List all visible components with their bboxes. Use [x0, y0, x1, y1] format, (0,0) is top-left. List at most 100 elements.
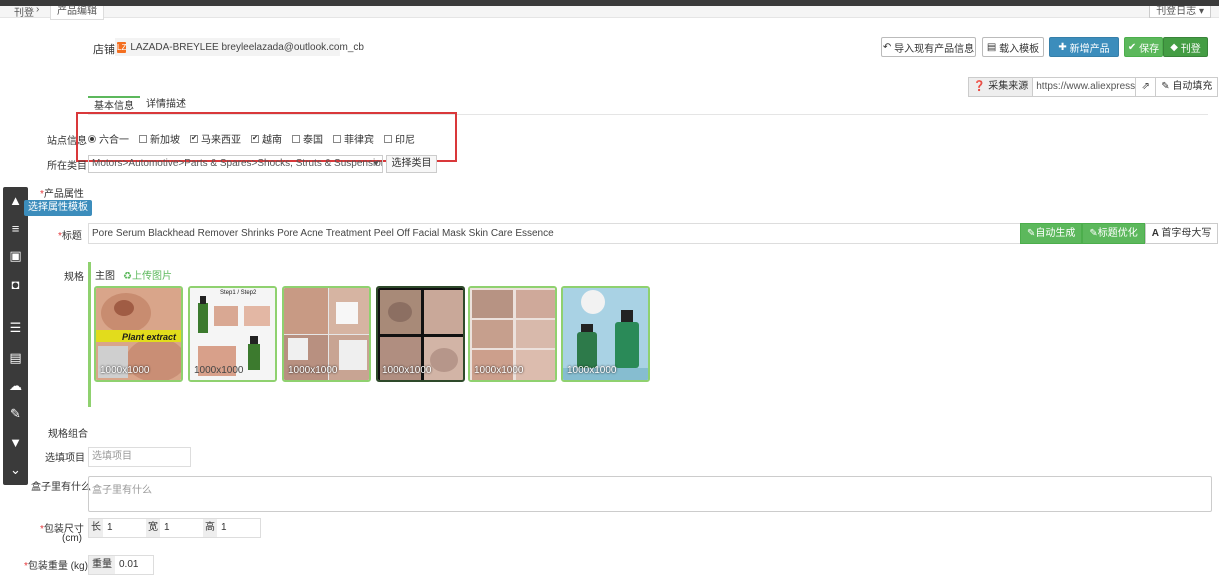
image-icon[interactable]: ▣	[3, 245, 28, 267]
publish-button[interactable]: ◆ 刊登	[1163, 37, 1208, 57]
filter-icon[interactable]: ▼	[3, 431, 28, 453]
length-label: 长	[89, 519, 103, 537]
add-product-label: 新增产品	[1069, 43, 1110, 55]
height-input[interactable]: 1	[217, 519, 260, 537]
auto-generate-label: 自动生成	[1035, 228, 1076, 239]
optional-input[interactable]: 选填项目	[88, 447, 191, 467]
table-icon[interactable]: ☰	[3, 317, 28, 339]
caret-down-icon: ▼	[372, 159, 380, 168]
spec-combo-label: 规格组合	[48, 429, 88, 440]
capitalize-label: 首字母大写	[1161, 228, 1212, 239]
upload-icon: ♻	[123, 271, 132, 282]
tag-icon: ◆	[1170, 41, 1181, 53]
product-image-6[interactable]: 1000x1000	[561, 286, 650, 382]
weight-label: 重量	[89, 556, 115, 574]
product-image-2[interactable]: Step1 / Step2 1000x1000	[188, 286, 277, 382]
breadcrumb-separator: ›	[36, 4, 40, 15]
import-existing-label: 导入现有产品信息	[894, 43, 975, 55]
publish-label: 刊登	[1180, 43, 1201, 55]
shop-selector[interactable]: LZ LAZADA-BREYLEE breyleelazada@outlook.…	[115, 38, 364, 56]
attribute-template-tooltip[interactable]: 选择属性模板	[24, 200, 92, 216]
width-input[interactable]: 1	[160, 519, 203, 537]
spec-header: 主图 ♻上传图片	[95, 267, 172, 282]
auto-generate-button[interactable]: ✎自动生成	[1020, 223, 1083, 244]
save-button[interactable]: ✔ 保存	[1124, 37, 1163, 57]
cloud-upload-icon[interactable]: ☁	[3, 375, 28, 397]
image-size: 1000x1000	[567, 365, 617, 376]
add-product-button[interactable]: ✚ 新增产品	[1049, 37, 1119, 57]
save-label: 保存	[1139, 43, 1160, 55]
box-contents-label: 盒子里有什么	[31, 482, 91, 493]
chevron-down-icon[interactable]: ⌄	[3, 459, 28, 481]
auto-fill-button[interactable]: ✎ 自动填充	[1156, 78, 1217, 96]
optional-label: 选填项目	[45, 453, 85, 464]
upload-image-label: 上传图片	[131, 271, 172, 282]
box-contents-textarea[interactable]: 盒子里有什么	[88, 476, 1212, 512]
magic-wand-icon[interactable]: ✎	[3, 403, 28, 425]
image-size: 1000x1000	[288, 365, 338, 376]
title-label-text: 标题	[61, 231, 82, 242]
breadcrumb: 刊登 › 产品编辑 刊登日志 ▾	[0, 4, 1219, 20]
package-weight-inputs: 重量 0.01	[88, 555, 154, 575]
font-icon: A	[1151, 228, 1162, 239]
optimize-title-label: 标题优化	[1097, 228, 1138, 239]
load-template-label: 载入模板	[999, 43, 1040, 55]
undo-icon: ↶	[882, 41, 895, 53]
product-image-4[interactable]: 1000x1000	[376, 286, 465, 382]
attributes-label: *产品属性	[40, 189, 84, 200]
title-input[interactable]: Pore Serum Blackhead Remover Shrinks Por…	[88, 223, 1022, 244]
external-link-icon[interactable]: ⇗	[1136, 78, 1157, 96]
package-weight-label: *包装重量 (kg)	[24, 561, 88, 572]
optimize-title-button[interactable]: ✎标题优化	[1082, 223, 1145, 244]
check-icon: ✔	[1127, 41, 1140, 53]
pencil-icon: ✎	[1161, 81, 1173, 92]
thumb-caption: Plant extract	[122, 332, 177, 342]
package-size-inputs: 长 1 宽 1 高 1	[88, 518, 261, 538]
package-size-unit: (cm)	[62, 533, 82, 544]
load-template-button[interactable]: ▤ 载入模板	[982, 37, 1044, 57]
plus-icon: ✚	[1058, 41, 1070, 53]
upload-image-link[interactable]: ♻上传图片	[123, 267, 172, 282]
title-label: *标题	[58, 231, 82, 242]
auto-fill-label: 自动填充	[1172, 81, 1213, 92]
product-image-5[interactable]: 1000x1000	[468, 286, 557, 382]
image-size: 1000x1000	[100, 365, 150, 376]
pencil-icon: ✎	[1089, 228, 1098, 239]
specs-label: 规格	[64, 272, 84, 283]
lazada-icon: LZ	[117, 41, 127, 53]
image-size: 1000x1000	[194, 365, 244, 376]
package-weight-label-text: 包装重量 (kg)	[27, 561, 88, 572]
tab-product-edit[interactable]: 产品编辑	[50, 6, 104, 20]
title-actions: ✎自动生成 ✎标题优化 A 首字母大写	[1020, 223, 1219, 244]
list-icon[interactable]: ≡	[3, 217, 28, 239]
import-existing-button[interactable]: ↶ 导入现有产品信息	[881, 37, 976, 57]
source-label: ❓ 采集来源	[969, 78, 1034, 96]
save-icon[interactable]: ▤	[3, 347, 28, 369]
height-label: 高	[203, 519, 217, 537]
source-label-text: 采集来源	[988, 81, 1029, 92]
category-select[interactable]: Motors>Automotive>Parts & Spares>Shocks,…	[88, 155, 383, 173]
category-value: Motors>Automotive>Parts & Spares>Shocks,…	[92, 158, 383, 169]
side-toolbar: ▲ ≡ ▣ ◘ ☰ ▤ ☁ ✎ ▼ ⌄	[3, 187, 28, 485]
attributes-label-text: 产品属性	[43, 189, 84, 200]
source-url-input[interactable]: https://www.aliexpress.com	[1033, 78, 1137, 96]
main-image-label: 主图	[95, 271, 115, 282]
image-size: 1000x1000	[382, 365, 432, 376]
product-image-1[interactable]: Plant extract 1000x1000	[94, 286, 183, 382]
shop-label: 店铺	[93, 44, 115, 56]
select-category-button[interactable]: 选择类目	[386, 155, 437, 173]
weight-input[interactable]: 0.01	[115, 556, 153, 574]
length-input[interactable]: 1	[103, 519, 146, 537]
width-label: 宽	[146, 519, 160, 537]
image-size: 1000x1000	[474, 365, 524, 376]
breadcrumb-home[interactable]: 刊登	[14, 4, 34, 19]
question-icon: ❓	[973, 81, 986, 92]
thumb-caption: Step1 / Step2	[220, 290, 257, 296]
shop-name: LAZADA-BREYLEE breyleelazada@outlook.com…	[130, 41, 364, 53]
capitalize-button[interactable]: A 首字母大写	[1144, 223, 1219, 244]
template-icon: ▤	[986, 41, 1000, 53]
product-image-3[interactable]: 1000x1000	[282, 286, 371, 382]
publish-log-button[interactable]: 刊登日志 ▾	[1149, 6, 1211, 18]
category-label: 所在类目	[47, 161, 87, 172]
money-icon[interactable]: ◘	[3, 273, 28, 295]
